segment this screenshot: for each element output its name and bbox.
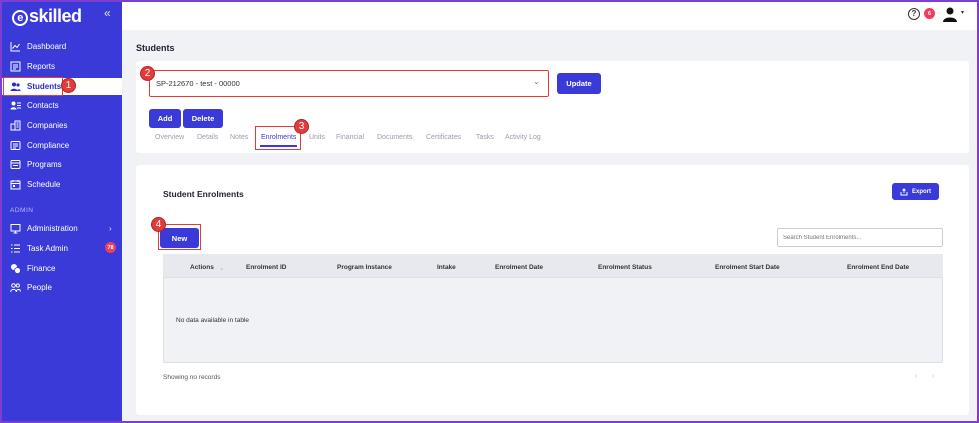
tab-details[interactable]: Details [197, 134, 218, 141]
export-button[interactable]: Export [892, 183, 939, 200]
search-enrolments-input[interactable] [777, 228, 943, 247]
pager-next-icon[interactable]: › [932, 373, 934, 380]
monitor-icon [10, 223, 21, 234]
column-header-enrolment-id[interactable]: Enrolment ID [246, 264, 286, 271]
report-icon [10, 61, 21, 72]
step-marker-2: 2 [140, 66, 155, 81]
sidebar: e skilled « Dashboard Reports Students Co… [0, 0, 122, 423]
step-marker-3: 3 [294, 119, 309, 134]
compliance-icon [10, 140, 21, 151]
student-select-value: SP-212670 - test - 00000 [156, 79, 240, 88]
add-button[interactable]: Add [149, 109, 181, 128]
sidebar-item-administration[interactable]: Administration [10, 220, 78, 236]
contacts-icon [10, 100, 21, 111]
column-header-actions[interactable]: Actions [190, 264, 214, 271]
sidebar-item-companies[interactable]: Companies [10, 117, 67, 133]
tab-financial[interactable]: Financial [336, 134, 364, 141]
programs-icon [10, 159, 21, 170]
sidebar-item-finance[interactable]: Finance [10, 260, 55, 276]
tab-certificates[interactable]: Certificates [426, 134, 461, 141]
step-marker-4: 4 [151, 217, 166, 232]
task-admin-badge: 78 [105, 242, 116, 253]
delete-button[interactable]: Delete [183, 109, 223, 128]
column-header-enrolment-end-date[interactable]: Enrolment End Date [847, 264, 909, 271]
records-summary: Showing no records [163, 374, 221, 381]
calendar-icon [10, 179, 21, 190]
sidebar-item-programs[interactable]: Programs [10, 156, 62, 172]
sidebar-item-people[interactable]: People [10, 279, 52, 295]
column-header-program-instance[interactable]: Program Instance [337, 264, 392, 271]
enrolments-title: Student Enrolments [163, 189, 244, 199]
topbar: ? 6 ▾ [122, 0, 979, 30]
table-empty-message: No data available in table [176, 317, 249, 324]
admin-section-label: ADMIN [10, 207, 34, 214]
pager-prev-icon[interactable]: ‹ [915, 373, 917, 380]
tab-units[interactable]: Units [309, 134, 325, 141]
column-header-intake[interactable]: Intake [437, 264, 456, 271]
column-header-enrolment-date[interactable]: Enrolment Date [495, 264, 543, 271]
building-icon [10, 120, 21, 131]
sidebar-item-schedule[interactable]: Schedule [10, 176, 60, 192]
tab-activity-log[interactable]: Activity Log [505, 134, 541, 141]
chevron-down-icon[interactable]: ⌄ [533, 77, 540, 86]
user-avatar-icon[interactable] [942, 6, 958, 22]
list-icon [10, 243, 21, 254]
help-icon[interactable]: ? [908, 8, 920, 20]
people-icon [10, 282, 21, 293]
column-header-enrolment-status[interactable]: Enrolment Status [598, 264, 652, 271]
eskilled-logo[interactable]: e skilled [12, 6, 82, 27]
sidebar-item-reports[interactable]: Reports [10, 58, 55, 74]
column-header-enrolment-start-date[interactable]: Enrolment Start Date [715, 264, 780, 271]
tab-tasks[interactable]: Tasks [476, 134, 494, 141]
sort-icon[interactable]: ⌄ [219, 264, 224, 272]
update-button[interactable]: Update [557, 73, 601, 94]
tab-documents[interactable]: Documents [377, 134, 412, 141]
step-marker-1: 1 [61, 78, 76, 93]
collapse-sidebar-icon[interactable]: « [104, 6, 111, 20]
sidebar-item-contacts[interactable]: Contacts [10, 97, 59, 113]
coins-icon [10, 263, 21, 274]
chart-line-icon [10, 41, 21, 52]
sidebar-item-compliance[interactable]: Compliance [10, 137, 69, 153]
sidebar-item-task-admin[interactable]: Task Admin [10, 240, 68, 256]
export-icon [900, 187, 908, 195]
new-enrolment-button[interactable]: New [160, 228, 199, 248]
page-title: Students [136, 43, 175, 53]
chevron-right-icon: › [109, 224, 112, 233]
notification-badge[interactable]: 6 [924, 8, 935, 19]
avatar-caret-icon[interactable]: ▾ [961, 9, 964, 16]
sidebar-item-dashboard[interactable]: Dashboard [10, 38, 66, 54]
tab-overview[interactable]: Overview [155, 134, 184, 141]
tab-notes[interactable]: Notes [230, 134, 248, 141]
students-highlight [3, 77, 63, 96]
